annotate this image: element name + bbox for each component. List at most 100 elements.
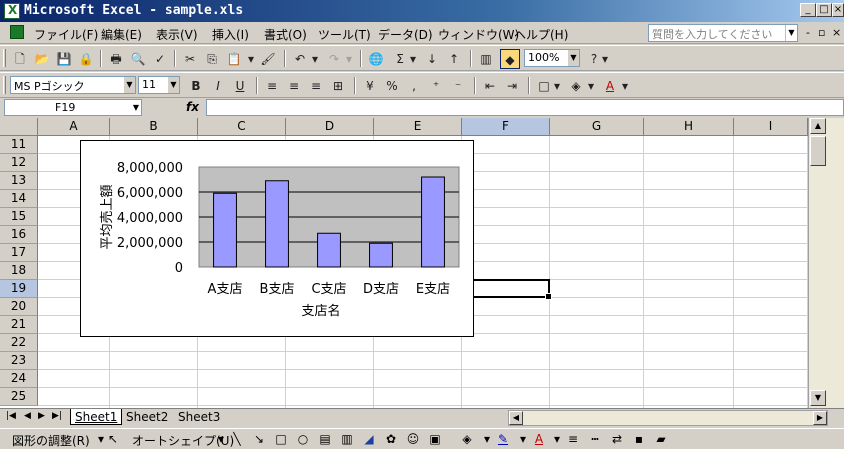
chevron-down-icon[interactable]: ▼ (133, 100, 139, 115)
row-header-11[interactable]: 11 (0, 136, 38, 154)
borders-dropdown-icon[interactable]: ▾ (552, 76, 562, 96)
column-header-g[interactable]: G (550, 118, 644, 136)
fill-bucket-icon[interactable]: ◈ (458, 431, 476, 448)
percent-icon[interactable]: % (382, 76, 402, 96)
italic-icon[interactable]: I (208, 76, 228, 96)
increase-indent-icon[interactable]: ⇥ (502, 76, 522, 96)
worksheet-grid[interactable]: ABCDEFGHI 11 12 13 14 15 16 17 18 19 20 21 22 23 24 25… (0, 118, 844, 408)
formula-input[interactable] (206, 99, 844, 116)
borders-icon[interactable]: □ (534, 76, 554, 96)
row-header-18[interactable]: 18 (0, 262, 38, 280)
row-header-20[interactable]: 20 (0, 298, 38, 316)
currency-icon[interactable]: ¥ (360, 76, 380, 96)
print-icon[interactable]: 🖶 (106, 49, 126, 69)
row-header-17[interactable]: 17 (0, 244, 38, 262)
toolbar-grip[interactable] (3, 76, 6, 94)
format-painter-icon[interactable]: 🖌 (258, 49, 278, 69)
column-header-d[interactable]: D (286, 118, 374, 136)
draw-font-color-icon[interactable]: A (530, 431, 548, 448)
copy-icon[interactable]: ⎘ (202, 49, 222, 69)
paste-icon[interactable]: 📋 (224, 49, 244, 69)
vertical-scrollbar[interactable]: ▲ ▼ (808, 118, 844, 408)
sheet-tab-1[interactable]: Sheet1 (70, 409, 123, 425)
chevron-down-icon[interactable]: ▼ (567, 50, 579, 66)
3d-icon[interactable]: ▰ (652, 431, 670, 448)
column-header-i[interactable]: I (734, 118, 808, 136)
close-button[interactable]: × (832, 3, 844, 17)
menu-window[interactable]: ウィンドウ(W) (438, 26, 519, 43)
vertical-textbox-icon[interactable]: ▥ (338, 431, 356, 448)
scroll-down-icon[interactable]: ▼ (810, 390, 826, 406)
chevron-down-icon[interactable]: ▼ (123, 77, 135, 93)
autosum-icon[interactable]: Σ (390, 49, 410, 69)
column-header-f[interactable]: F (462, 118, 550, 136)
save-icon[interactable]: 💾 (54, 49, 74, 69)
insert-function-icon[interactable]: fx (186, 100, 199, 114)
chart-wizard-icon[interactable]: ▥ (476, 49, 496, 69)
doc-minimize-icon[interactable]: - (806, 26, 810, 39)
redo-dropdown-icon[interactable]: ▾ (344, 49, 354, 69)
undo-icon[interactable]: ↶ (290, 49, 310, 69)
sort-ascending-icon[interactable]: ↓ (422, 49, 442, 69)
textbox-icon[interactable]: ▤ (316, 431, 334, 448)
scroll-right-icon[interactable]: ▶ (813, 411, 827, 425)
line-style-icon[interactable]: ≡ (564, 431, 582, 448)
chevron-down-icon[interactable]: ▼ (785, 25, 797, 41)
hyperlink-icon[interactable]: 🌐 (366, 49, 386, 69)
row-header-14[interactable]: 14 (0, 190, 38, 208)
permission-icon[interactable]: 🔒 (76, 49, 96, 69)
row-header-16[interactable]: 16 (0, 226, 38, 244)
zoom-select[interactable]: 100% ▼ (524, 49, 580, 67)
autosum-dropdown-icon[interactable]: ▾ (408, 49, 418, 69)
select-all-button[interactable] (0, 118, 38, 136)
doc-restore-icon[interactable]: ▫ (818, 26, 825, 39)
menu-data[interactable]: データ(D) (378, 26, 433, 43)
menu-file[interactable]: ファイル(F) (34, 26, 98, 43)
chart-object[interactable]: 0 2,000,000 4,000,000 6,000,000 8,000,000 A支店… (80, 140, 474, 337)
excel-app-icon[interactable] (4, 3, 20, 19)
drawing-toggle-icon[interactable]: ◆ (500, 49, 520, 69)
rectangle-icon[interactable]: □ (272, 431, 290, 448)
column-header-e[interactable]: E (374, 118, 462, 136)
decrease-indent-icon[interactable]: ⇤ (480, 76, 500, 96)
menu-insert[interactable]: 挿入(I) (212, 26, 249, 43)
dash-style-icon[interactable]: ┅ (586, 431, 604, 448)
scroll-up-icon[interactable]: ▲ (810, 118, 826, 134)
align-right-icon[interactable]: ≡ (306, 76, 326, 96)
vertical-scroll-thumb[interactable] (810, 136, 826, 166)
menu-format[interactable]: 書式(O) (264, 26, 307, 43)
diagram-icon[interactable]: ✿ (382, 431, 400, 448)
minimize-button[interactable]: _ (800, 3, 816, 17)
new-file-icon[interactable]: 🗋 (10, 49, 30, 69)
first-sheet-icon[interactable]: |◀ (6, 411, 16, 421)
shadow-icon[interactable]: ▪ (630, 431, 648, 448)
redo-icon[interactable]: ↷ (324, 49, 344, 69)
maximize-button[interactable]: □ (816, 3, 832, 17)
doc-close-icon[interactable]: × (832, 26, 841, 39)
menu-edit[interactable]: 編集(E) (101, 26, 142, 43)
line-icon[interactable]: ╲ (228, 431, 246, 448)
clipart-icon[interactable]: ☺ (404, 431, 422, 448)
font-size-select[interactable]: 11 ▼ (138, 76, 180, 94)
arrow-style-icon[interactable]: ⇄ (608, 431, 626, 448)
row-header-12[interactable]: 12 (0, 154, 38, 172)
row-header-15[interactable]: 15 (0, 208, 38, 226)
column-header-h[interactable]: H (644, 118, 734, 136)
workbook-icon[interactable] (10, 25, 24, 39)
toolbar-grip[interactable] (3, 49, 6, 67)
align-center-icon[interactable]: ≡ (284, 76, 304, 96)
help-dropdown-icon[interactable]: ▾ (600, 49, 610, 69)
row-header-25[interactable]: 25 (0, 388, 38, 406)
paste-dropdown-icon[interactable]: ▾ (246, 49, 256, 69)
row-header-22[interactable]: 22 (0, 334, 38, 352)
menu-help[interactable]: ヘルプ(H) (514, 26, 568, 43)
comma-style-icon[interactable]: , (404, 76, 424, 96)
help-question-input[interactable]: 質問を入力してください ▼ (648, 24, 798, 42)
open-folder-icon[interactable]: 📂 (32, 49, 52, 69)
column-header-c[interactable]: C (198, 118, 286, 136)
chevron-down-icon[interactable]: ▼ (167, 77, 179, 93)
row-header-19[interactable]: 19 (0, 280, 38, 298)
font-color-icon[interactable]: A (600, 76, 620, 96)
font-name-select[interactable]: MS Pゴシック ▼ (10, 76, 136, 94)
cut-icon[interactable]: ✂ (180, 49, 200, 69)
